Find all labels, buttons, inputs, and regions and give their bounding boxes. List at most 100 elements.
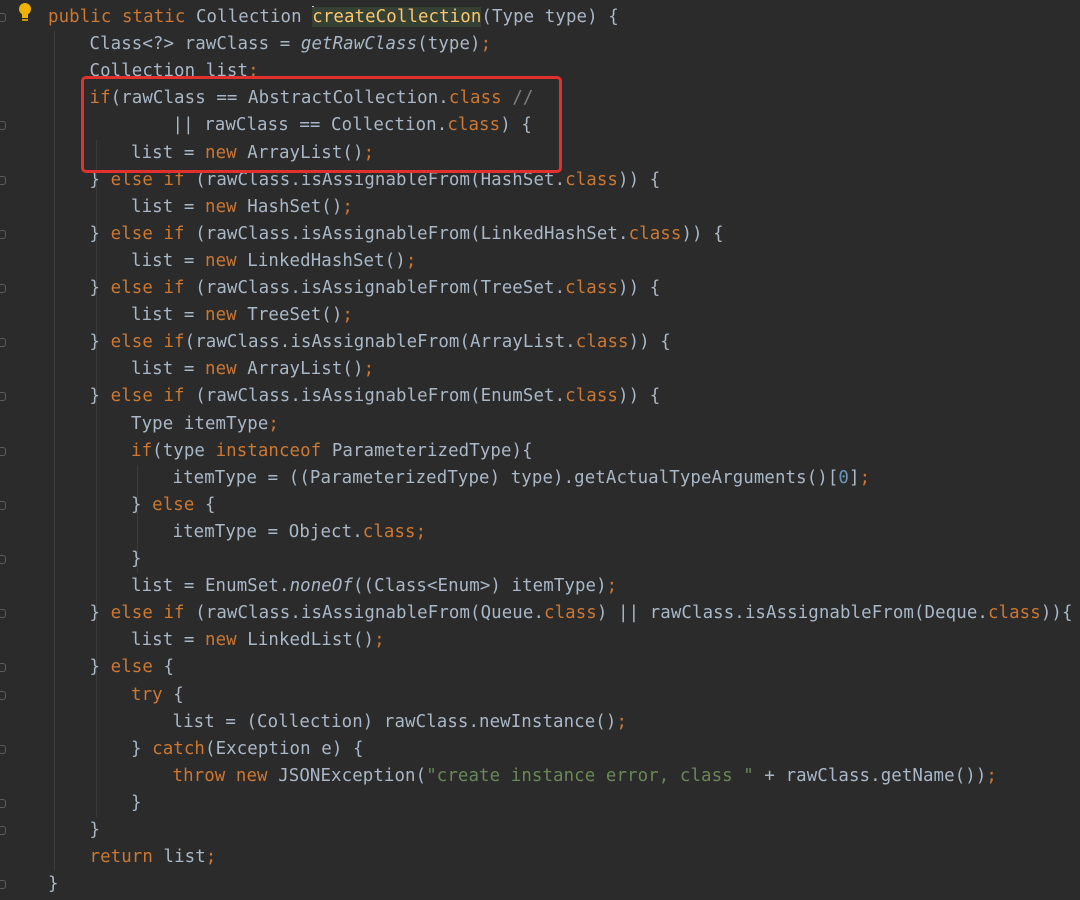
lightbulb-icon[interactable] [18,3,32,23]
code-line: throw new JSONException("create instance… [173,763,997,790]
fold-marker-icon[interactable] [0,555,6,564]
code-token: noneOf [289,576,353,597]
code-line: Class<?> rawClass = getRawClass(type); [90,31,492,58]
fold-marker-icon[interactable] [0,229,6,239]
code-token: createCollection [312,7,482,27]
code-token: ; [268,413,279,434]
code-token: LinkedHashSet() [247,250,406,271]
code-token: "create instance error, class " [426,765,754,786]
code-line: } else if (rawClass.isAssignableFrom(Lin… [90,221,724,248]
code-token: list = [131,305,205,326]
code-line: itemType = ((ParameterizedType) type).ge… [173,465,871,492]
code-line: list = EnumSet.noneOf((Class<Enum>) item… [131,573,617,600]
code-token: new [205,250,248,271]
fold-marker-icon[interactable] [0,690,6,700]
code-token: (Exception e) { [205,738,364,759]
code-line: list = new ArrayList(); [131,356,374,383]
code-token: else if [110,386,196,407]
fold-marker-icon[interactable] [0,880,6,890]
code-token: class [987,603,1041,624]
code-token: )) { [618,169,661,190]
code-line: public static Collection createCollectio… [48,4,619,31]
code-token: } [131,549,142,569]
code-token: HashSet() [247,196,343,217]
code-line: } else { [90,654,175,681]
code-token: ; [859,467,871,488]
code-token: else if [110,603,196,624]
code-token: } [89,223,111,244]
code-token: itemType = Object. [172,521,363,542]
code-token: getRawClass [300,34,418,55]
fold-marker-icon[interactable] [0,446,6,456]
fold-marker-icon[interactable] [0,392,6,402]
code-token: (rawClass.isAssignableFrom(EnumSet. [195,386,566,407]
fold-marker-icon[interactable] [0,609,6,619]
code-token: list = [131,630,205,651]
code-line: list = new LinkedHashSet(); [131,248,416,275]
code-token: new [205,630,248,651]
code-token: ; [616,711,628,732]
code-token: } [89,278,111,298]
code-token: class [565,169,619,190]
code-line: } else { [131,492,216,519]
code-editor[interactable]: public static Collection createCollectio… [0,0,1080,900]
fold-marker-icon[interactable] [0,121,6,131]
code-token: list = (Collection) rawClass.newInstance… [172,711,617,732]
code-token: (Type type) { [481,7,619,27]
code-token: JSONException( [278,765,427,786]
code-token: (type [152,440,216,461]
code-token: else if [110,223,196,244]
code-token: throw new [172,765,279,786]
code-token: } [89,657,111,678]
code-token: TreeSet() [247,305,343,326]
code-token: ; [342,196,353,217]
code-token: ; [606,576,618,597]
fold-marker-icon[interactable] [0,744,6,754]
code-line: } else if (rawClass.isAssignableFrom(Enu… [90,383,661,410]
code-token: class [565,386,619,407]
fold-marker-icon[interactable] [0,13,6,22]
code-line: } else if (rawClass.isAssignableFrom(Tre… [90,275,661,302]
code-line: } else if(rawClass.isAssignableFrom(Arra… [90,329,671,356]
fold-marker-icon[interactable] [0,338,6,348]
code-token: class [628,223,682,244]
code-token: { [205,494,216,515]
code-token: ((Class<Enum>) itemType) [352,576,607,597]
code-token: ArrayList() [247,359,364,380]
code-line: } [90,817,101,844]
code-token: new [205,359,248,380]
fold-marker-icon[interactable] [0,826,6,835]
code-token: else if [110,332,185,353]
fold-marker-icon[interactable] [0,798,6,808]
code-token: LinkedList() [247,630,375,651]
code-token: public static [48,7,196,27]
code-token: class [544,603,597,624]
code-line: itemType = Object.class; [173,519,427,546]
code-token: (type) [417,34,481,55]
annotation-highlight-box [81,76,562,173]
fold-marker-icon[interactable] [0,500,6,510]
code-token: ; [363,359,375,380]
code-token: instanceof [215,440,332,461]
code-token: list [163,847,206,868]
code-token: Class<?> rawClass = [89,34,301,55]
code-token: ; [405,250,417,271]
code-token: } [48,874,59,895]
fold-marker-icon[interactable] [0,663,6,673]
fold-marker-icon[interactable] [0,284,6,293]
code-token: { [163,657,175,678]
code-token: else [152,494,205,515]
code-token: list = EnumSet. [131,576,290,597]
code-token: class [575,332,629,353]
code-line: if(type instanceof ParameterizedType){ [131,438,533,465]
fold-marker-icon[interactable] [0,175,6,185]
code-line: } [131,790,142,817]
code-token: )) { [618,386,661,407]
code-line: } catch(Exception e) { [131,736,364,763]
code-token: Collection [195,7,313,27]
code-token: } [89,603,111,624]
code-token: list = [131,250,205,271]
code-token: } [89,386,111,407]
code-token: ; [986,765,997,786]
code-token: new [205,305,248,326]
